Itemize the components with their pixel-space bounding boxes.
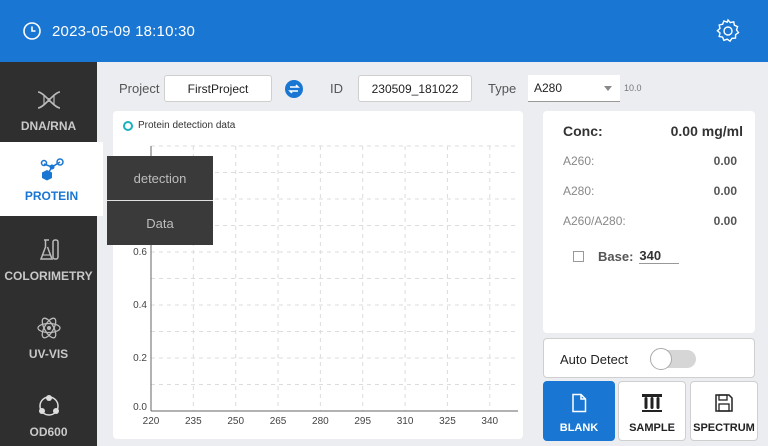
protein-popup-menu: detection Data (107, 156, 213, 245)
result-row-a280: A280: 0.00 (563, 184, 737, 198)
x-tick-label: 220 (143, 416, 160, 427)
blank-label: BLANK (559, 422, 599, 434)
result-label: A280: (563, 184, 595, 198)
sample-button[interactable]: SAMPLE (618, 381, 686, 441)
type-label: Type (488, 81, 517, 96)
y-tick-label: 0.6 (133, 247, 147, 258)
project-label: Project (119, 81, 160, 96)
sidebar-item-label: COLORIMETRY (4, 269, 93, 283)
clock-icon (22, 21, 42, 41)
x-tick-label: 295 (354, 416, 371, 427)
sample-label: SAMPLE (629, 422, 675, 434)
result-row-a260: A260: 0.00 (563, 154, 737, 168)
result-label: A260: (563, 154, 595, 168)
auto-detect-control: Auto Detect (543, 338, 755, 378)
type-select[interactable]: A280 (528, 75, 620, 102)
atom-icon (34, 313, 64, 343)
x-tick-label: 325 (439, 416, 456, 427)
result-label: A260/A280: (563, 214, 626, 228)
sidebar-item-label: PROTEIN (24, 189, 79, 203)
top-bar: 2023-05-09 18:10:30 (0, 0, 768, 62)
id-field[interactable]: 230509_181022 (358, 75, 472, 102)
base-label: Base: (598, 248, 634, 264)
y-tick-label: 0.4 (133, 300, 147, 311)
sidebar-item-dna-rna[interactable]: DNA/RNA (0, 72, 97, 146)
x-tick-label: 235 (185, 416, 202, 427)
project-field[interactable]: FirstProject (164, 75, 272, 102)
type-select-value: A280 (534, 81, 563, 95)
sidebar-item-label: OD600 (29, 425, 68, 439)
base-control: Base: 340 (573, 248, 680, 264)
id-label: ID (330, 81, 343, 96)
sidebar-item-label: DNA/RNA (20, 119, 77, 133)
y-tick-label: 0.2 (133, 353, 147, 364)
result-value: 0.00 (713, 184, 737, 198)
spectrum-button[interactable]: SPECTRUM (690, 381, 758, 441)
flask-icon (34, 235, 64, 265)
datetime-display: 2023-05-09 18:10:30 (52, 22, 196, 40)
spectrum-label: SPECTRUM (693, 422, 755, 434)
sidebar-item-colorimetry[interactable]: COLORIMETRY (0, 222, 97, 296)
sidebar-item-od600[interactable]: OD600 (0, 378, 97, 446)
sidebar: DNA/RNA PROTEIN COLORIMETRY UV-VIS OD600 (0, 62, 103, 446)
result-value: 0.00 (713, 154, 737, 168)
x-tick-label: 340 (481, 416, 498, 427)
chevron-down-icon (604, 86, 612, 91)
x-tick-label: 280 (312, 416, 329, 427)
test-tubes-icon (641, 392, 663, 414)
swap-icon[interactable] (285, 80, 303, 98)
document-icon (568, 392, 590, 414)
x-tick-label: 265 (270, 416, 287, 427)
cells-icon (34, 391, 64, 421)
menu-item-detection[interactable]: detection (107, 156, 213, 200)
result-row-ratio: A260/A280: 0.00 (563, 214, 737, 228)
factor-value: 10.0 (624, 83, 642, 93)
base-input[interactable]: 340 (639, 248, 680, 264)
auto-detect-toggle[interactable] (650, 348, 696, 370)
x-tick-label: 310 (397, 416, 414, 427)
dna-icon (34, 85, 64, 115)
toggle-knob (650, 348, 672, 370)
x-tick-label: 250 (227, 416, 244, 427)
sidebar-item-label: UV-VIS (28, 347, 69, 361)
gear-icon[interactable] (714, 17, 742, 45)
results-panel: Conc: 0.00 mg/ml A260: 0.00 A280: 0.00 A… (543, 111, 755, 333)
save-icon (713, 392, 735, 414)
molecule-icon (37, 155, 67, 185)
conc-label: Conc: (563, 123, 603, 139)
legend-label: Protein detection data (138, 120, 236, 131)
auto-detect-label: Auto Detect (560, 352, 628, 367)
blank-button[interactable]: BLANK (543, 381, 615, 441)
sidebar-item-uv-vis[interactable]: UV-VIS (0, 300, 97, 374)
y-tick-label: 0.0 (133, 402, 147, 413)
base-checkbox[interactable] (573, 250, 584, 262)
conc-value: 0.00 mg/ml (670, 123, 743, 139)
menu-item-data[interactable]: Data (107, 201, 213, 245)
sidebar-item-protein[interactable]: PROTEIN (0, 142, 103, 216)
project-bar: Project FirstProject ID 230509_181022 Ty… (100, 72, 768, 106)
chart-legend: Protein detection data (123, 120, 235, 131)
result-value: 0.00 (713, 214, 737, 228)
legend-marker (123, 120, 133, 131)
